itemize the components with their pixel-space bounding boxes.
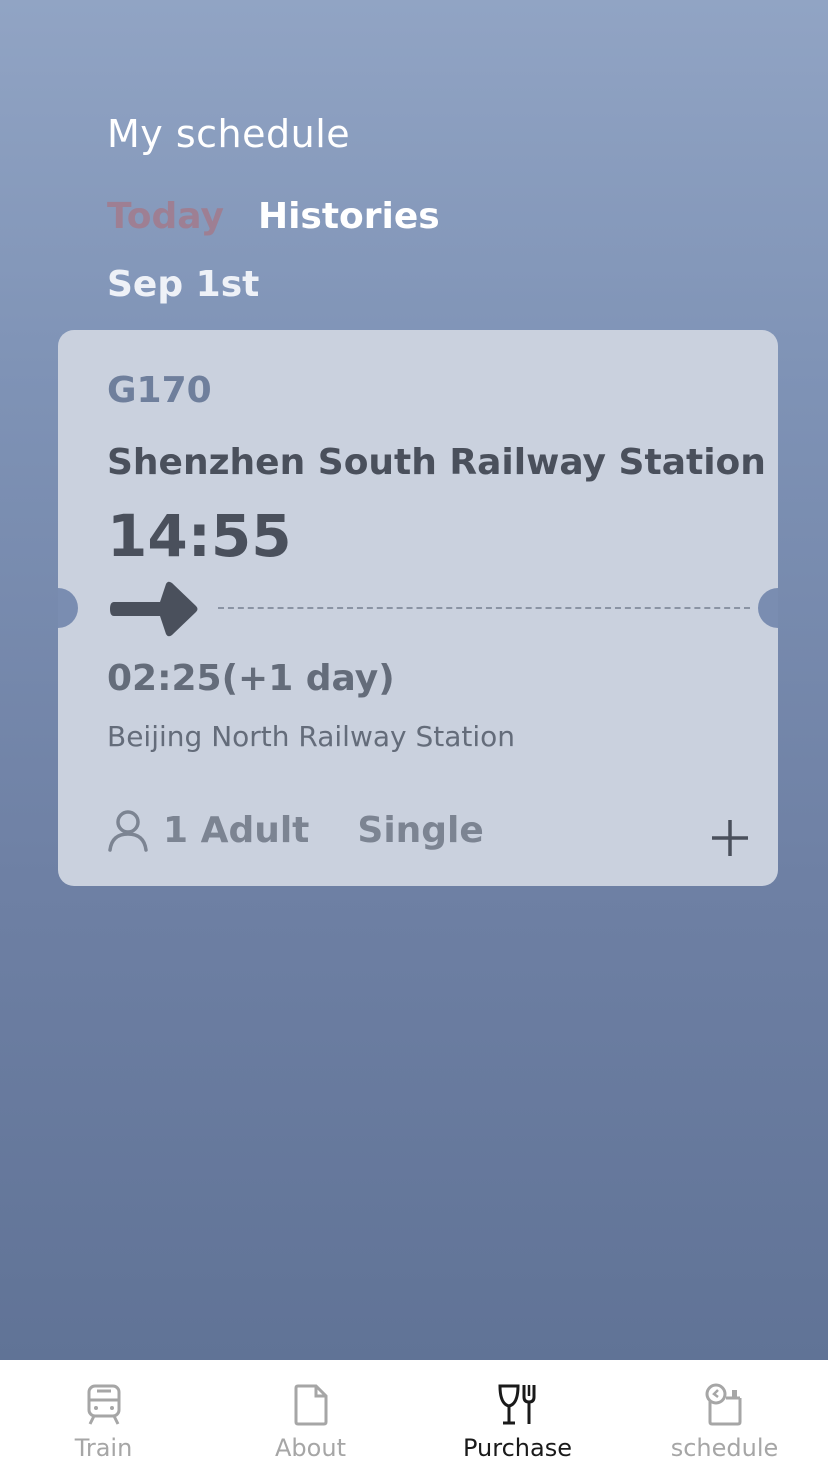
schedule-tabs: Today Histories — [107, 196, 440, 237]
passenger-count: 1 Adult — [163, 809, 310, 851]
bottom-tab-bar: Train About Purchase schedule — [0, 1360, 828, 1472]
ticket-notch-left — [58, 588, 78, 628]
tab-about-label: About — [275, 1434, 346, 1462]
schedule-screen: My schedule Today Histories Sep 1st G170… — [0, 0, 828, 1472]
departure-time: 14:55 — [107, 502, 292, 570]
tab-train[interactable]: Train — [0, 1360, 207, 1472]
arrow-right-icon — [110, 581, 198, 637]
person-icon — [108, 810, 148, 852]
train-icon — [87, 1384, 120, 1425]
tab-today[interactable]: Today — [107, 196, 224, 237]
schedule-date: Sep 1st — [107, 264, 260, 305]
plus-icon[interactable] — [710, 818, 750, 858]
schedule-icon — [705, 1383, 741, 1426]
ticket-dashed-divider — [218, 607, 750, 609]
page-title: My schedule — [107, 112, 351, 156]
train-number: G170 — [107, 370, 212, 411]
tab-purchase[interactable]: Purchase — [414, 1360, 621, 1472]
ticket-notch-right — [758, 588, 778, 628]
ticket-card[interactable]: G170 Shenzhen South Railway Station 14:5… — [58, 330, 778, 886]
tab-purchase-label: Purchase — [463, 1434, 572, 1462]
passenger-info: 1 Adult Single — [107, 808, 484, 852]
dining-icon — [497, 1384, 535, 1425]
departure-station: Shenzhen South Railway Station — [107, 442, 766, 483]
tab-about[interactable]: About — [207, 1360, 414, 1472]
tab-histories[interactable]: Histories — [258, 196, 440, 237]
arrival-station: Beijing North Railway Station — [107, 720, 516, 753]
tab-train-label: Train — [74, 1434, 133, 1462]
tab-schedule-label: schedule — [670, 1434, 779, 1462]
arrival-time: 02:25(+1 day) — [107, 658, 395, 699]
tab-schedule[interactable]: schedule — [621, 1360, 828, 1472]
document-icon — [294, 1384, 327, 1426]
ticket-type: Single — [357, 809, 484, 851]
